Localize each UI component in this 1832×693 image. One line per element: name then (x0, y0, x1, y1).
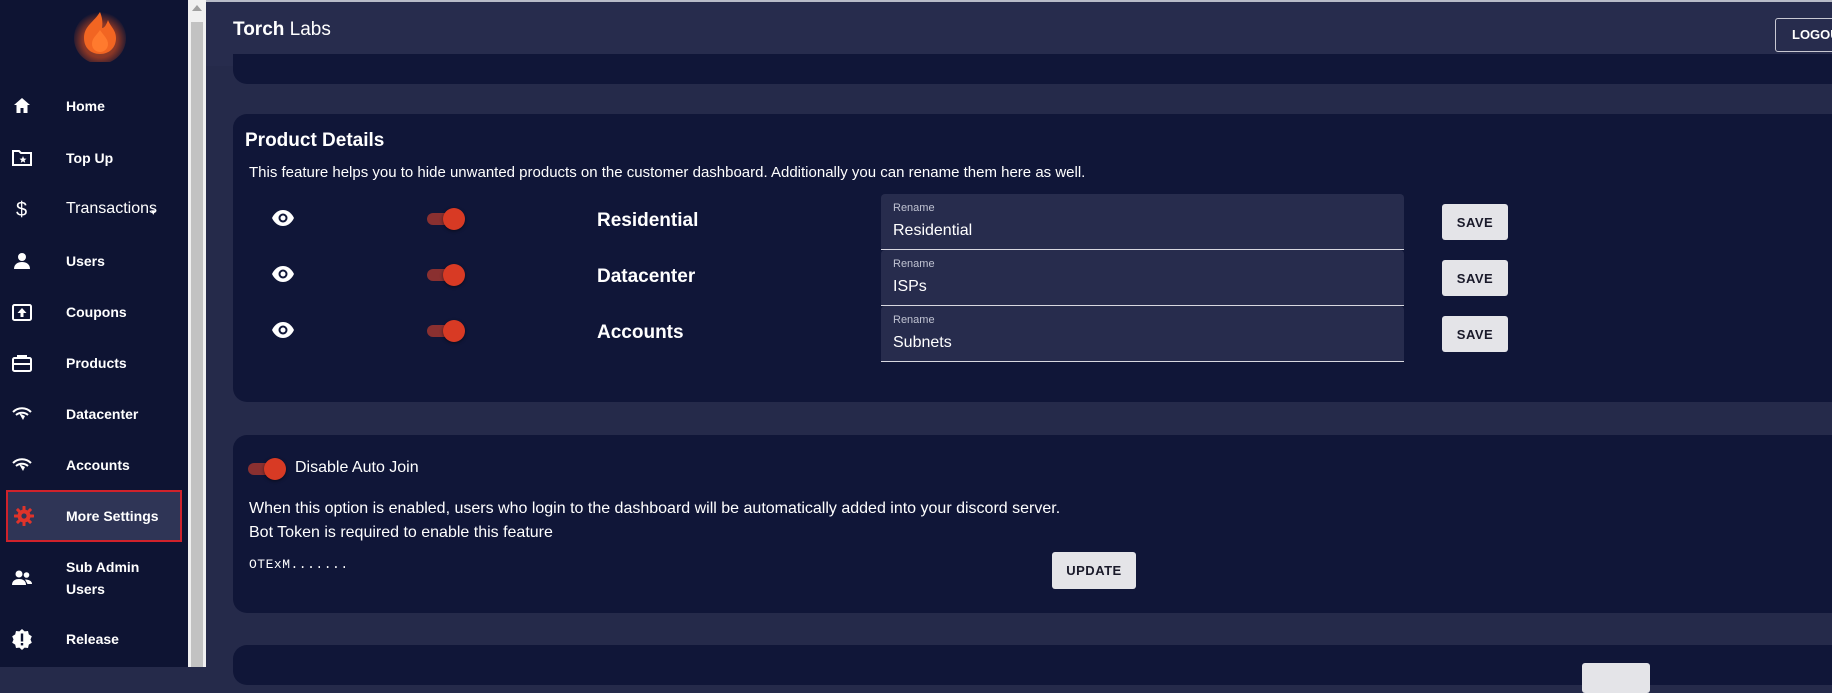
rename-field[interactable]: Rename (881, 250, 1404, 306)
sidebar-item-transactions[interactable]: $ Transactions ▾ (0, 185, 188, 233)
product-toggle[interactable] (427, 208, 465, 230)
sidebar-item-products[interactable]: Products (0, 339, 188, 387)
torch-flame-logo[interactable] (72, 6, 128, 62)
product-row: Datacenter Rename SAVE (233, 250, 1832, 308)
product-details-card: Product Details This feature helps you t… (233, 114, 1832, 402)
rename-field-label: Rename (893, 314, 935, 326)
sidebar-item-label: Sub Admin Users (66, 559, 140, 597)
folder-star-icon (11, 147, 33, 169)
product-toggle[interactable] (427, 264, 465, 286)
sidebar-item-label: Users (66, 253, 105, 269)
sidebar: Home Top Up $ Transactions ▾ Users Coupo… (0, 0, 188, 667)
rename-input[interactable] (893, 332, 1383, 354)
rename-field[interactable]: Rename (881, 194, 1404, 250)
sidebar-item-label: Coupons (66, 304, 127, 320)
sidebar-item-label: More Settings (66, 508, 159, 524)
product-row: Accounts Rename SAVE (233, 306, 1832, 364)
rename-field-label: Rename (893, 202, 935, 214)
product-name: Datacenter (597, 266, 696, 287)
product-name: Accounts (597, 322, 684, 343)
save-button[interactable]: SAVE (1442, 204, 1508, 240)
section-description: This feature helps you to hide unwanted … (249, 164, 1086, 181)
product-name: Residential (597, 210, 699, 231)
next-section-button[interactable] (1582, 663, 1650, 693)
sidebar-item-datacenter[interactable]: Datacenter (0, 390, 188, 438)
update-button[interactable]: UPDATE (1052, 552, 1136, 589)
eye-icon[interactable] (271, 262, 295, 286)
scroll-up-arrow-icon[interactable] (192, 5, 202, 11)
sidebar-item-release[interactable]: Release (0, 615, 188, 663)
app-title: Torch Labs (233, 19, 331, 40)
upload-box-icon (11, 301, 33, 323)
section-title: Product Details (245, 130, 385, 151)
home-icon (11, 95, 33, 117)
person-icon (11, 250, 33, 272)
vertical-scrollbar[interactable] (188, 0, 206, 667)
sidebar-item-label: Release (66, 631, 119, 647)
sidebar-item-more-settings[interactable]: More Settings (6, 490, 182, 542)
sidebar-item-top-up[interactable]: Top Up (0, 134, 188, 182)
auto-join-label: Disable Auto Join (295, 459, 419, 476)
signal-icon (11, 403, 33, 425)
rename-field[interactable]: Rename (881, 306, 1404, 362)
product-toggle[interactable] (427, 320, 465, 342)
main-content: Torch Labs LOGOUT Product Details This f… (206, 0, 1832, 693)
sidebar-item-label: Accounts (66, 457, 130, 473)
sidebar-item-coupons[interactable]: Coupons (0, 288, 188, 336)
rename-input[interactable] (893, 276, 1383, 298)
sidebar-item-label: Products (66, 355, 127, 371)
rename-input[interactable] (893, 220, 1383, 242)
sidebar-item-label: Top Up (66, 150, 114, 166)
auto-join-toggle[interactable] (248, 458, 286, 480)
scrollbar-thumb[interactable] (191, 22, 203, 667)
sidebar-item-users[interactable]: Users (0, 237, 188, 285)
save-button[interactable]: SAVE (1442, 316, 1508, 352)
bot-token-value[interactable]: OTExM....... (249, 557, 349, 572)
eye-icon[interactable] (271, 206, 295, 230)
sidebar-item-accounts[interactable]: Accounts (0, 441, 188, 489)
gear-icon (13, 505, 35, 527)
alert-badge-icon (11, 628, 33, 650)
briefcase-icon (11, 352, 33, 374)
sidebar-item-sub-admin-users[interactable]: Sub Admin Users (0, 554, 188, 602)
previous-section-card (233, 54, 1832, 84)
save-button[interactable]: SAVE (1442, 260, 1508, 296)
sidebar-item-label: Transactions (66, 200, 157, 217)
dollar-icon: $ (11, 198, 33, 220)
product-row: Residential Rename SAVE (233, 194, 1832, 252)
group-icon (11, 567, 33, 589)
sidebar-item-label: Home (66, 98, 105, 114)
auto-join-card: Disable Auto Join When this option is en… (233, 435, 1832, 613)
rename-field-label: Rename (893, 258, 935, 270)
sidebar-item-label: Datacenter (66, 406, 139, 422)
logout-button[interactable]: LOGOUT (1775, 18, 1832, 52)
chevron-down-icon: ▾ (151, 207, 156, 217)
svg-text:$: $ (16, 199, 27, 220)
auto-join-description: When this option is enabled, users who l… (249, 500, 1061, 541)
sidebar-item-home[interactable]: Home (0, 82, 188, 130)
eye-icon[interactable] (271, 318, 295, 342)
next-section-card (233, 645, 1832, 693)
signal-icon (11, 454, 33, 476)
